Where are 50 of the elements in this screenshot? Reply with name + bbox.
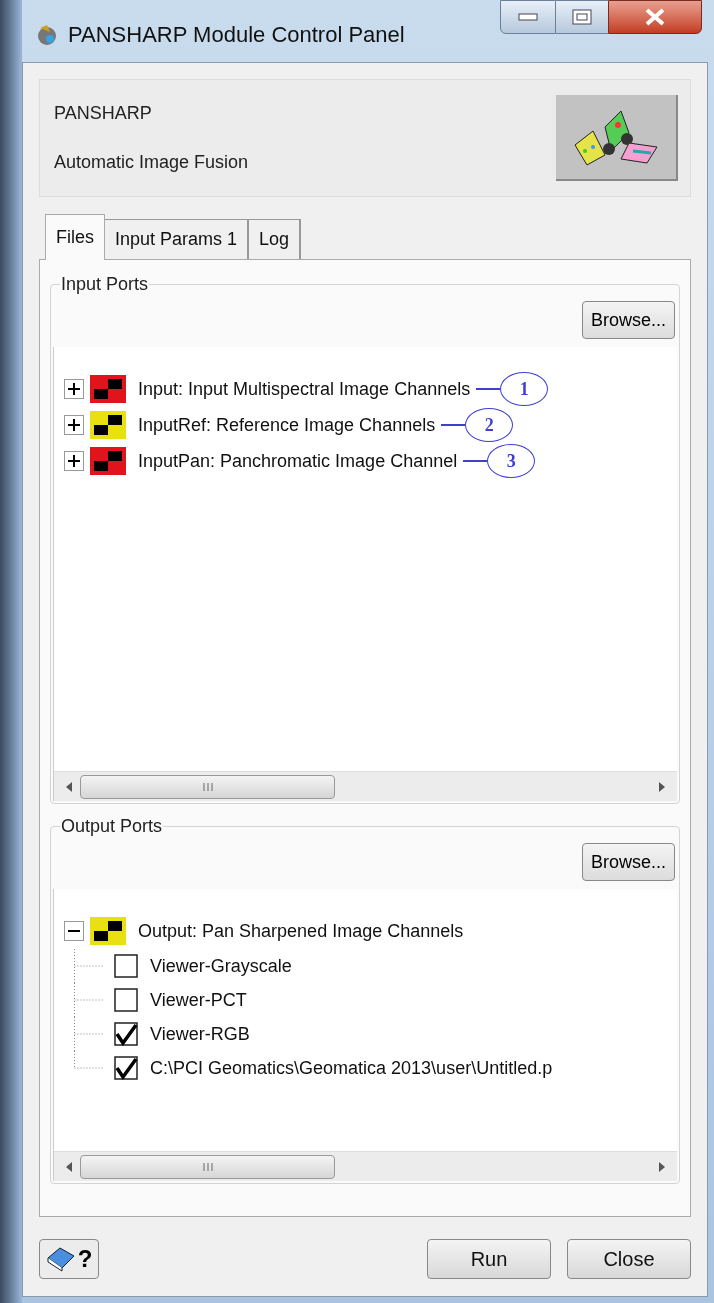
close-button[interactable] xyxy=(608,0,702,34)
horizontal-scrollbar[interactable] xyxy=(54,771,677,801)
expand-icon[interactable] xyxy=(64,451,84,471)
browse-button[interactable]: Browse... xyxy=(581,843,675,881)
leader-line xyxy=(441,424,466,426)
maximize-icon xyxy=(572,9,592,25)
output-option[interactable]: Viewer-Grayscale xyxy=(150,952,292,980)
leader-line xyxy=(463,460,488,462)
output-option[interactable]: C:\PCI Geomatics\Geomatica 2013\user\Untitled.p xyxy=(150,1054,553,1082)
help-button[interactable]: ? xyxy=(39,1239,99,1279)
browse-button[interactable]: Browse... xyxy=(581,301,675,339)
scroll-left-icon[interactable] xyxy=(64,780,74,793)
maximize-button[interactable] xyxy=(556,0,608,34)
tab[interactable]: Log xyxy=(249,219,302,259)
checkbox[interactable] xyxy=(114,1022,138,1046)
horizontal-scrollbar[interactable] xyxy=(54,1151,677,1181)
port-label[interactable]: InputPan: Panchromatic Image Channel xyxy=(138,447,458,475)
grip-icon xyxy=(201,781,214,792)
dialog-button[interactable]: Run xyxy=(427,1239,551,1279)
grip-icon xyxy=(201,1161,214,1172)
minimize-button[interactable] xyxy=(500,0,556,34)
checkbox[interactable] xyxy=(114,1056,138,1080)
port-label[interactable]: Input: Input Multispectral Image Channels xyxy=(138,375,471,403)
scroll-left-icon[interactable] xyxy=(64,1160,74,1173)
module-name: PANSHARP xyxy=(54,102,153,125)
module-image-button[interactable] xyxy=(556,95,678,181)
tab[interactable]: Input Params 1 xyxy=(105,219,250,259)
output-option[interactable]: Viewer-PCT xyxy=(150,986,247,1014)
scroll-right-icon[interactable] xyxy=(657,780,667,793)
window-title: PANSHARP Module Control Panel xyxy=(68,21,405,49)
minimize-icon xyxy=(518,13,538,21)
module-description: Automatic Image Fusion xyxy=(54,151,249,174)
port-label[interactable]: InputRef: Reference Image Channels xyxy=(138,411,436,439)
expand-icon[interactable] xyxy=(64,415,84,435)
scroll-right-icon[interactable] xyxy=(657,1160,667,1173)
port-label[interactable]: Output: Pan Sharpened Image Channels xyxy=(138,917,464,945)
expand-icon[interactable] xyxy=(64,379,84,399)
tree-line xyxy=(74,983,105,1017)
close-icon xyxy=(644,8,666,26)
scrollbar-thumb[interactable] xyxy=(80,1154,335,1179)
leader-line xyxy=(476,388,501,390)
collapse-icon[interactable] xyxy=(64,921,84,941)
tab[interactable]: Files xyxy=(45,214,105,260)
tree-line xyxy=(74,949,105,983)
output-option[interactable]: Viewer-RGB xyxy=(150,1020,250,1048)
dialog-button[interactable]: Close xyxy=(567,1239,691,1279)
checkbox[interactable] xyxy=(114,954,138,978)
scrollbar-thumb[interactable] xyxy=(80,774,335,799)
book-icon xyxy=(45,1246,76,1272)
checkbox[interactable] xyxy=(114,988,138,1012)
